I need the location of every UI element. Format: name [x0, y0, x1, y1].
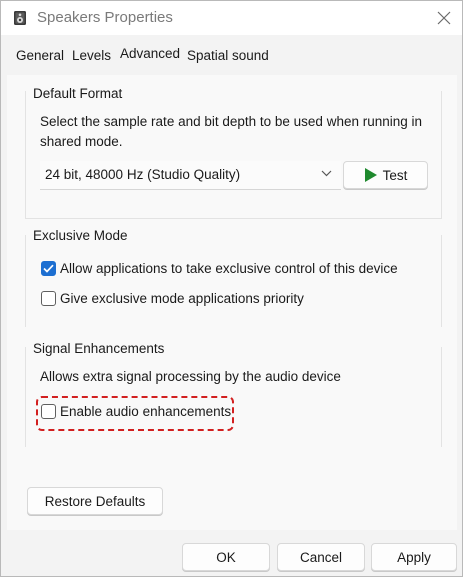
- allow-exclusive-control-label: Allow applications to take exclusive con…: [60, 261, 398, 276]
- speakers-properties-window: Speakers Properties General Levels Advan…: [0, 0, 463, 577]
- window-title: Speakers Properties: [37, 9, 173, 26]
- checkbox[interactable]: [41, 291, 56, 306]
- allow-exclusive-control-checkbox[interactable]: Allow applications to take exclusive con…: [41, 261, 398, 276]
- play-icon: [364, 168, 377, 182]
- close-icon: [437, 11, 451, 25]
- tab-spatial-sound[interactable]: Spatial sound: [187, 48, 269, 63]
- apply-label: Apply: [397, 549, 431, 565]
- group-border: [25, 218, 442, 219]
- cancel-label: Cancel: [299, 549, 343, 565]
- exclusive-mode-heading: Exclusive Mode: [33, 228, 128, 243]
- test-button-label: Test: [382, 167, 408, 183]
- apply-button[interactable]: Apply: [371, 543, 457, 571]
- selected-format: 24 bit, 48000 Hz (Studio Quality): [45, 167, 241, 182]
- exclusive-priority-checkbox[interactable]: Give exclusive mode applications priorit…: [41, 291, 304, 306]
- tab-general[interactable]: General: [16, 48, 64, 63]
- ok-button[interactable]: OK: [182, 543, 270, 571]
- group-border: [25, 91, 26, 218]
- group-border: [441, 347, 442, 447]
- signal-enhancements-description: Allows extra signal processing by the au…: [40, 369, 341, 384]
- signal-enhancements-heading: Signal Enhancements: [33, 341, 165, 356]
- group-border: [441, 91, 442, 218]
- tab-levels[interactable]: Levels: [72, 48, 111, 63]
- restore-defaults-label: Restore Defaults: [44, 493, 146, 509]
- speaker-icon: [14, 11, 26, 25]
- ok-label: OK: [216, 549, 236, 565]
- group-border: [25, 235, 26, 327]
- default-format-heading: Default Format: [33, 86, 123, 101]
- dialog-footer: OK Cancel Apply: [1, 530, 462, 576]
- test-button[interactable]: Test: [343, 161, 428, 189]
- group-border: [25, 347, 26, 447]
- chevron-down-icon: [321, 170, 332, 177]
- tab-bar: General Levels Advanced Spatial sound: [1, 35, 462, 75]
- default-format-description: Select the sample rate and bit depth to …: [40, 114, 423, 149]
- checkmark-icon: [43, 264, 54, 273]
- restore-defaults-button[interactable]: Restore Defaults: [27, 487, 163, 515]
- group-border: [441, 235, 442, 327]
- close-button[interactable]: [431, 5, 457, 31]
- tab-advanced[interactable]: Advanced: [120, 46, 180, 61]
- sample-rate-dropdown[interactable]: 24 bit, 48000 Hz (Studio Quality): [40, 161, 341, 190]
- advanced-tab-panel: Default Format Select the sample rate an…: [7, 75, 457, 530]
- exclusive-priority-label: Give exclusive mode applications priorit…: [60, 291, 304, 306]
- cancel-button[interactable]: Cancel: [277, 543, 365, 571]
- highlight-annotation: [36, 396, 234, 431]
- title-bar: Speakers Properties: [1, 1, 462, 35]
- checkbox[interactable]: [41, 261, 56, 276]
